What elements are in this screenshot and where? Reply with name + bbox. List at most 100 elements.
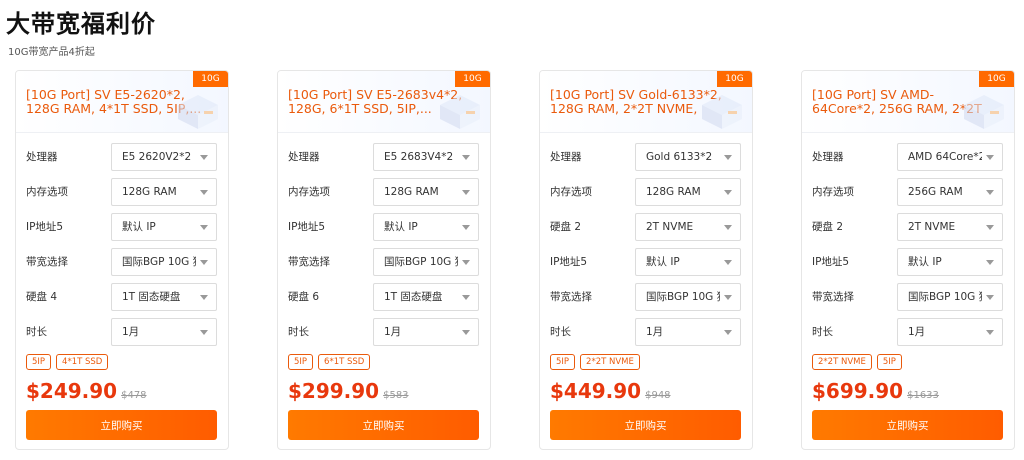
duration-select[interactable]: 1月 bbox=[111, 317, 217, 346]
config-row-ip: IP地址5 默认 IP bbox=[802, 244, 1014, 279]
config-row-disk: 硬盘 2 2T NVME bbox=[802, 209, 1014, 244]
select-value: 国际BGP 10G 独 bbox=[908, 291, 982, 303]
bandwidth-select[interactable]: 国际BGP 10G 独 bbox=[635, 282, 741, 311]
server-cube-icon bbox=[702, 95, 742, 129]
ip-select[interactable]: 默认 IP bbox=[897, 247, 1003, 276]
select-value: 默认 IP bbox=[646, 256, 680, 268]
chevron-down-icon bbox=[462, 189, 470, 195]
config-row-ram: 内存选项 128G RAM bbox=[16, 174, 228, 209]
config-row-ip: IP地址5 默认 IP bbox=[278, 209, 490, 244]
buy-now-button[interactable]: 立即购买 bbox=[550, 410, 741, 440]
select-value: 1月 bbox=[122, 326, 140, 338]
feature-chips: 5IP 2*2T NVME bbox=[550, 354, 640, 370]
ip-select[interactable]: 默认 IP bbox=[111, 212, 217, 241]
chevron-down-icon bbox=[724, 224, 732, 230]
config-label: 内存选项 bbox=[550, 186, 592, 198]
select-value: 国际BGP 10G 独 bbox=[122, 256, 196, 268]
current-price: $249.90 bbox=[26, 379, 118, 403]
disk-select[interactable]: 1T 固态硬盘 bbox=[373, 282, 479, 311]
disk-select[interactable]: 2T NVME bbox=[897, 212, 1003, 241]
page-subtitle: 10G带宽产品4折起 bbox=[8, 47, 95, 58]
original-price: $1633 bbox=[907, 390, 939, 401]
chevron-down-icon bbox=[986, 259, 994, 265]
config-row-bandwidth: 带宽选择 国际BGP 10G 独 bbox=[16, 244, 228, 279]
select-value: AMD 64Core*2 bbox=[908, 150, 982, 163]
config-row-ip: IP地址5 默认 IP bbox=[16, 209, 228, 244]
ram-select[interactable]: 128G RAM bbox=[111, 177, 217, 206]
config-row-disk: 硬盘 2 2T NVME bbox=[540, 209, 752, 244]
buy-now-button[interactable]: 立即购买 bbox=[288, 410, 479, 440]
select-value: 128G RAM bbox=[384, 185, 439, 198]
original-price: $948 bbox=[645, 390, 671, 401]
select-value: E5 2620V2*2 bbox=[122, 150, 192, 163]
select-value: 1T 固态硬盘 bbox=[384, 291, 443, 303]
chevron-down-icon bbox=[986, 154, 994, 160]
select-value: 国际BGP 10G 独 bbox=[384, 256, 458, 268]
chevron-down-icon bbox=[724, 154, 732, 160]
config-label: 处理器 bbox=[288, 151, 320, 163]
config-row-duration: 时长 1月 bbox=[16, 314, 228, 349]
config-row-duration: 时长 1月 bbox=[278, 314, 490, 349]
chevron-down-icon bbox=[200, 189, 208, 195]
config-label: IP地址5 bbox=[288, 221, 326, 233]
chevron-down-icon bbox=[724, 189, 732, 195]
duration-select[interactable]: 1月 bbox=[635, 317, 741, 346]
chevron-down-icon bbox=[724, 294, 732, 300]
config-row-cpu: 处理器 AMD 64Core*2 bbox=[802, 139, 1014, 174]
config-label: 时长 bbox=[288, 326, 309, 338]
current-price: $449.90 bbox=[550, 379, 642, 403]
select-value: 1T 固态硬盘 bbox=[122, 291, 181, 303]
port-badge: 10G bbox=[717, 71, 752, 87]
config-label: 带宽选择 bbox=[288, 256, 330, 268]
cpu-select[interactable]: Gold 6133*2 bbox=[635, 142, 741, 171]
port-badge: 10G bbox=[979, 71, 1014, 87]
ip-select[interactable]: 默认 IP bbox=[373, 212, 479, 241]
config-label: 硬盘 6 bbox=[288, 291, 320, 303]
buy-now-button[interactable]: 立即购买 bbox=[812, 410, 1003, 440]
buy-now-button[interactable]: 立即购买 bbox=[26, 410, 217, 440]
product-card: [10G Port] SV E5-2683v4*2, 128G, 6*1T SS… bbox=[277, 70, 491, 450]
bandwidth-select[interactable]: 国际BGP 10G 独 bbox=[897, 282, 1003, 311]
port-badge: 10G bbox=[455, 71, 490, 87]
config-row-ram: 内存选项 128G RAM bbox=[540, 174, 752, 209]
chevron-down-icon bbox=[462, 294, 470, 300]
page-title: 大带宽福利价 bbox=[6, 10, 156, 38]
duration-select[interactable]: 1月 bbox=[373, 317, 479, 346]
bandwidth-select[interactable]: 国际BGP 10G 独 bbox=[373, 247, 479, 276]
feature-chips: 5IP 6*1T SSD bbox=[288, 354, 371, 370]
ip-select[interactable]: 默认 IP bbox=[635, 247, 741, 276]
feature-chip: 4*1T SSD bbox=[56, 354, 109, 370]
config-label: 处理器 bbox=[812, 151, 844, 163]
ram-select[interactable]: 128G RAM bbox=[373, 177, 479, 206]
cpu-select[interactable]: AMD 64Core*2 bbox=[897, 142, 1003, 171]
duration-select[interactable]: 1月 bbox=[897, 317, 1003, 346]
price-line: $249.90 $478 bbox=[26, 379, 147, 403]
config-row-bandwidth: 带宽选择 国际BGP 10G 独 bbox=[540, 279, 752, 314]
product-card-list: [10G Port] SV E5-2620*2, 128G RAM, 4*1T … bbox=[15, 70, 1015, 450]
config-label: 硬盘 2 bbox=[812, 221, 844, 233]
select-value: 2T NVME bbox=[646, 220, 694, 233]
cpu-select[interactable]: E5 2683V4*2 bbox=[373, 142, 479, 171]
product-card: [10G Port] SV AMD-64Core*2, 256G RAM, 2*… bbox=[801, 70, 1015, 450]
bandwidth-select[interactable]: 国际BGP 10G 独 bbox=[111, 247, 217, 276]
current-price: $299.90 bbox=[288, 379, 380, 403]
ram-select[interactable]: 256G RAM bbox=[897, 177, 1003, 206]
config-row-duration: 时长 1月 bbox=[802, 314, 1014, 349]
config-row-bandwidth: 带宽选择 国际BGP 10G 独 bbox=[802, 279, 1014, 314]
feature-chip: 5IP bbox=[26, 354, 52, 370]
select-value: 128G RAM bbox=[646, 185, 701, 198]
disk-select[interactable]: 1T 固态硬盘 bbox=[111, 282, 217, 311]
product-card: [10G Port] SV E5-2620*2, 128G RAM, 4*1T … bbox=[15, 70, 229, 450]
cpu-select[interactable]: E5 2620V2*2 bbox=[111, 142, 217, 171]
config-label: 带宽选择 bbox=[26, 256, 68, 268]
config-row-disk: 硬盘 6 1T 固态硬盘 bbox=[278, 279, 490, 314]
disk-select[interactable]: 2T NVME bbox=[635, 212, 741, 241]
config-row-duration: 时长 1月 bbox=[540, 314, 752, 349]
chevron-down-icon bbox=[986, 294, 994, 300]
chevron-down-icon bbox=[200, 154, 208, 160]
config-label: 时长 bbox=[812, 326, 833, 338]
card-header: [10G Port] SV Gold-6133*2, 128G RAM, 2*2… bbox=[540, 71, 752, 133]
select-value: 默认 IP bbox=[908, 256, 942, 268]
ram-select[interactable]: 128G RAM bbox=[635, 177, 741, 206]
select-value: 1月 bbox=[646, 326, 664, 338]
